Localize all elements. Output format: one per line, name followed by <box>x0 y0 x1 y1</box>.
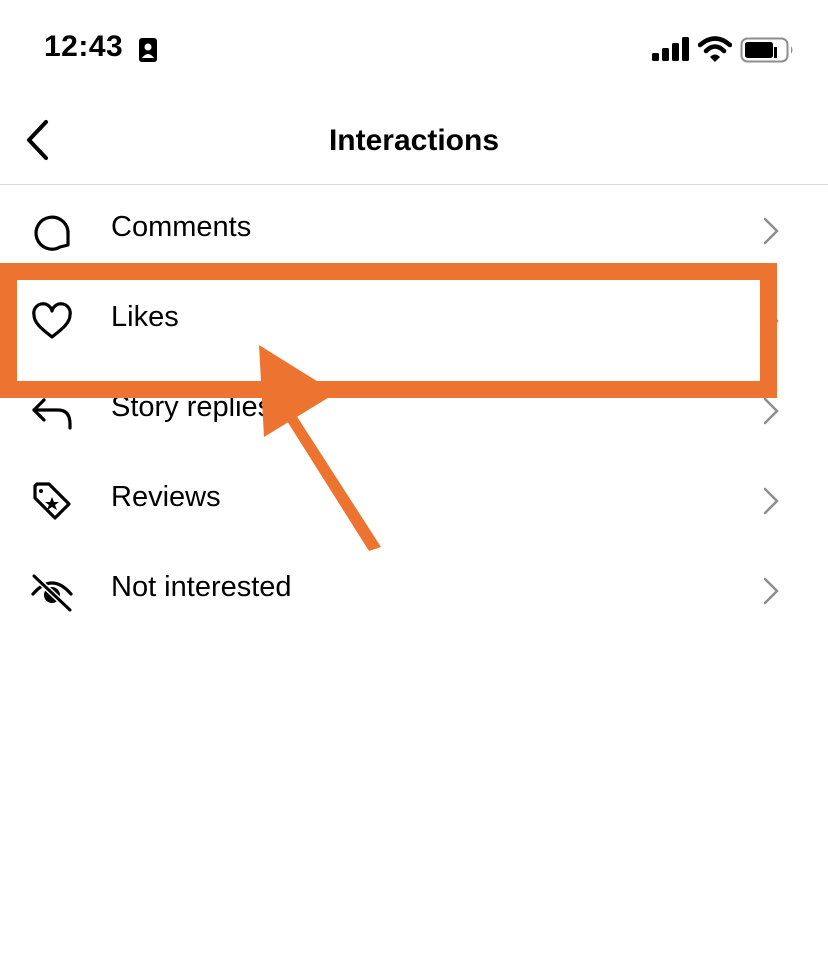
eye-slash-icon <box>31 573 73 613</box>
menu-item-label: Not interested <box>111 571 292 603</box>
menu-item-comments[interactable]: Comments <box>0 185 828 275</box>
menu-item-reviews[interactable]: Reviews <box>0 455 828 545</box>
menu-item-label: Comments <box>111 211 252 243</box>
reply-icon <box>32 398 72 430</box>
wifi-icon <box>698 36 732 62</box>
battery-icon <box>740 37 793 63</box>
menu-item-story-replies[interactable]: Story replies <box>0 365 828 455</box>
interactions-menu: Comments Likes Story replies Reviews Not… <box>0 185 828 635</box>
chevron-right-icon <box>763 577 779 605</box>
comment-icon <box>34 215 70 251</box>
status-time: 12:43 <box>44 30 124 63</box>
chevron-right-icon <box>763 487 779 515</box>
heart-icon <box>32 302 72 339</box>
menu-item-likes[interactable]: Likes <box>0 275 828 365</box>
menu-item-label: Reviews <box>111 481 221 513</box>
chevron-right-icon <box>763 217 779 245</box>
chevron-right-icon <box>763 307 779 335</box>
menu-item-label: Story replies <box>111 391 273 423</box>
chevron-right-icon <box>763 397 779 425</box>
tag-star-icon <box>33 482 71 520</box>
status-bar: 12:43 <box>0 0 828 100</box>
menu-item-not-interested[interactable]: Not interested <box>0 545 828 635</box>
menu-item-label: Likes <box>111 301 179 333</box>
cellular-signal-icon <box>652 37 689 61</box>
page-title: Interactions <box>328 124 500 157</box>
navigation-bar: Interactions <box>0 100 828 185</box>
focus-mode-icon <box>139 38 157 62</box>
